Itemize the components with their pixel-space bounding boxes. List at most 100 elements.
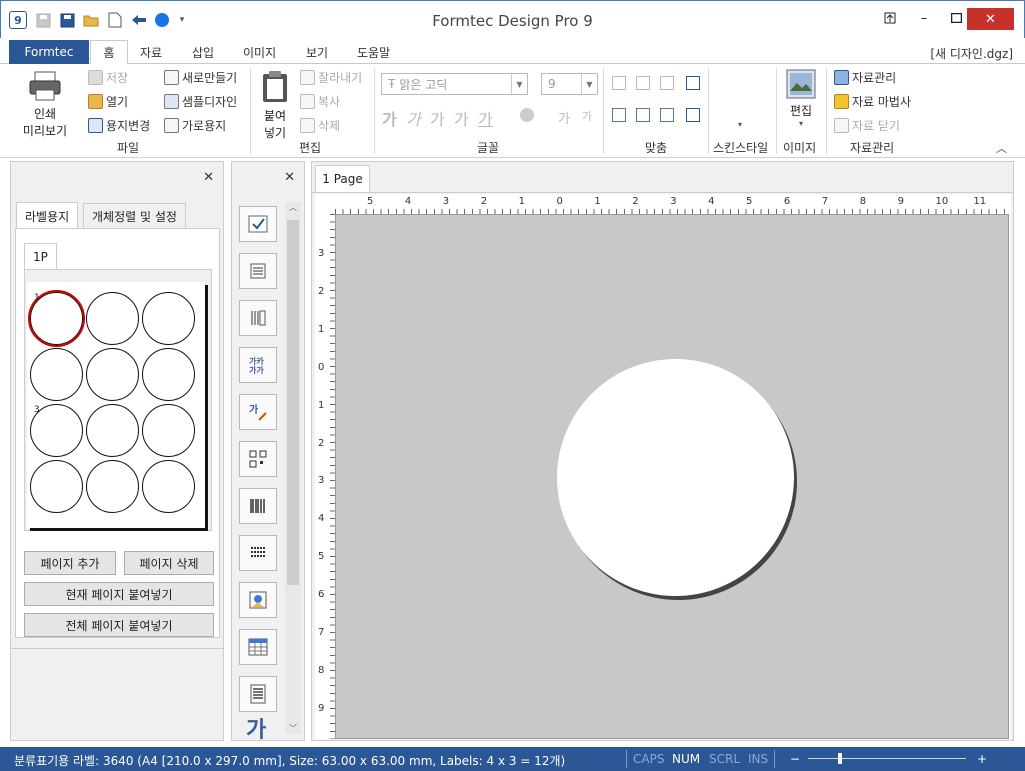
font-name-combo[interactable]: Ŧ 맑은 고딕 ▼ xyxy=(381,73,528,95)
zoom-out-button[interactable]: − xyxy=(790,752,800,766)
zoom-in-button[interactable]: + xyxy=(977,752,987,766)
label-cell[interactable] xyxy=(30,460,83,513)
tab-image[interactable]: 이미지 xyxy=(233,40,286,64)
font-size-combo[interactable]: 9 ▼ xyxy=(541,73,598,95)
bold-button[interactable]: 가 xyxy=(382,106,397,130)
text-style-tool-icon[interactable]: 가 xyxy=(239,394,277,430)
group-label-edit: 편집 xyxy=(299,141,322,155)
2d-barcode-tool-icon[interactable] xyxy=(239,535,277,571)
data-wizard-button[interactable]: 자료 마법사 xyxy=(834,93,911,110)
align-middle-icon[interactable] xyxy=(636,108,650,122)
paper-thumbnail[interactable]: 1 3 xyxy=(27,282,205,528)
italic-button[interactable]: 가 xyxy=(406,106,421,130)
align-top-icon[interactable] xyxy=(612,108,626,122)
ruler-label: 1 xyxy=(318,323,325,335)
strike-button[interactable]: 가 xyxy=(430,106,445,130)
ribbon-separator xyxy=(603,68,604,154)
scissors-icon xyxy=(300,70,315,85)
tab-insert[interactable]: 삽입 xyxy=(182,40,224,64)
ruler-label: 7 xyxy=(821,196,829,207)
label-cell[interactable] xyxy=(142,348,195,401)
paste-button[interactable]: 붙여 넣기 xyxy=(258,70,292,141)
skin-dropdown-icon[interactable]: ▾ xyxy=(738,120,742,129)
sample-design-button[interactable]: 샘플디자인 xyxy=(164,93,237,110)
label-cell[interactable] xyxy=(86,460,139,513)
label-cell[interactable] xyxy=(142,460,195,513)
tab-data[interactable]: 자료 xyxy=(130,40,172,64)
tool-scrollbar[interactable]: ︿ ﹀ xyxy=(285,202,301,734)
restore-ribbon-icon[interactable] xyxy=(875,7,905,29)
copy-button[interactable]: 복사 xyxy=(300,93,340,110)
line-spacing-icon[interactable] xyxy=(686,76,700,90)
align-bottom-icon[interactable] xyxy=(660,108,674,122)
label-cell[interactable] xyxy=(86,404,139,457)
outline-button[interactable]: 가 xyxy=(454,106,469,130)
sample-icon xyxy=(164,94,179,109)
new-button[interactable]: 새로만들기 xyxy=(164,69,237,86)
page-tab-1p[interactable]: 1P xyxy=(24,243,57,269)
align-center-icon[interactable] xyxy=(636,76,650,90)
zoom-slider-track[interactable] xyxy=(808,758,966,759)
data-manage-button[interactable]: 자료관리 xyxy=(834,69,896,86)
tab-formtec[interactable]: Formtec xyxy=(9,40,89,64)
align-right-icon[interactable] xyxy=(660,76,674,90)
qr-code-tool-icon[interactable] xyxy=(239,441,277,477)
char-spacing-icon[interactable] xyxy=(686,108,700,122)
tool-panel-close-icon[interactable]: ✕ xyxy=(284,170,295,185)
text-tool-icon[interactable] xyxy=(239,253,277,289)
tab-home[interactable]: 홈 xyxy=(90,40,128,64)
tab-view[interactable]: 보기 xyxy=(296,40,338,64)
collapse-ribbon-icon[interactable]: ︿ xyxy=(996,140,1007,156)
ruler-label: 4 xyxy=(404,196,412,207)
cut-button[interactable]: 잘라내기 xyxy=(300,69,362,86)
save-button[interactable]: 저장 xyxy=(88,69,128,86)
tab-object-align[interactable]: 개체정렬 및 설정 xyxy=(83,203,186,229)
underline-button[interactable]: 가 xyxy=(478,106,493,130)
label-cell[interactable] xyxy=(86,348,139,401)
design-surface[interactable] xyxy=(335,214,1009,739)
multi-text-tool-icon[interactable]: 가카 가가 xyxy=(239,347,277,383)
data-close-button[interactable]: 자료 닫기 xyxy=(834,117,900,134)
document-tool-icon[interactable] xyxy=(239,676,277,712)
zoom-slider-thumb[interactable] xyxy=(838,753,842,764)
align-left-icon[interactable] xyxy=(612,76,626,90)
copy-icon xyxy=(300,94,315,109)
status-info: 분류표기용 라벨: 3640 (A4 [210.0 x 297.0 mm], S… xyxy=(14,754,566,768)
minimize-button[interactable]: – xyxy=(909,7,939,29)
print-preview-button[interactable]: 인쇄 미리보기 xyxy=(22,70,68,139)
close-button[interactable]: ✕ xyxy=(967,8,1014,30)
label-cell[interactable] xyxy=(142,404,195,457)
label-cell[interactable] xyxy=(86,292,139,345)
tab-help[interactable]: 도움말 xyxy=(347,40,400,64)
open-button[interactable]: 열기 xyxy=(88,93,128,110)
table-tool-icon[interactable] xyxy=(239,629,277,665)
save-icon xyxy=(88,70,103,85)
color-icon[interactable] xyxy=(520,108,534,122)
ribbon-separator xyxy=(826,68,827,154)
image-edit-button[interactable]: 편집 ▾ xyxy=(784,69,818,128)
add-page-button[interactable]: 페이지 추가 xyxy=(24,551,116,575)
tab-page-1[interactable]: 1 Page xyxy=(315,165,370,192)
paste-all-pages-button[interactable]: 전체 페이지 붙여넣기 xyxy=(24,613,214,637)
delete-page-button[interactable]: 페이지 삭제 xyxy=(124,551,214,575)
font-tool-icon[interactable]: 가 xyxy=(246,712,266,744)
vertical-text-tool-icon[interactable] xyxy=(239,300,277,336)
group-label-align: 맞춤 xyxy=(645,141,668,155)
scroll-up-icon[interactable]: ︿ xyxy=(285,202,301,213)
circle-label-object[interactable] xyxy=(557,359,794,596)
tab-label-paper[interactable]: 라벨용지 xyxy=(16,202,79,229)
scroll-thumb[interactable] xyxy=(287,220,299,585)
image-tool-icon[interactable] xyxy=(239,582,277,618)
change-paper-button[interactable]: 용지변경 xyxy=(88,117,150,134)
label-cell[interactable] xyxy=(30,348,83,401)
barcode-tool-icon[interactable] xyxy=(239,488,277,524)
panel-close-icon[interactable]: ✕ xyxy=(203,170,214,185)
shrink-font-button[interactable]: 가 xyxy=(582,108,592,124)
grow-font-button[interactable]: 가 xyxy=(558,108,570,127)
select-tool-icon[interactable] xyxy=(239,206,277,242)
scroll-down-icon[interactable]: ﹀ xyxy=(285,723,301,734)
paste-current-page-button[interactable]: 현재 페이지 붙여넣기 xyxy=(24,582,214,606)
label-cell[interactable] xyxy=(142,292,195,345)
delete-button[interactable]: 삭제 xyxy=(300,117,340,134)
landscape-button[interactable]: 가로용지 xyxy=(164,117,226,134)
